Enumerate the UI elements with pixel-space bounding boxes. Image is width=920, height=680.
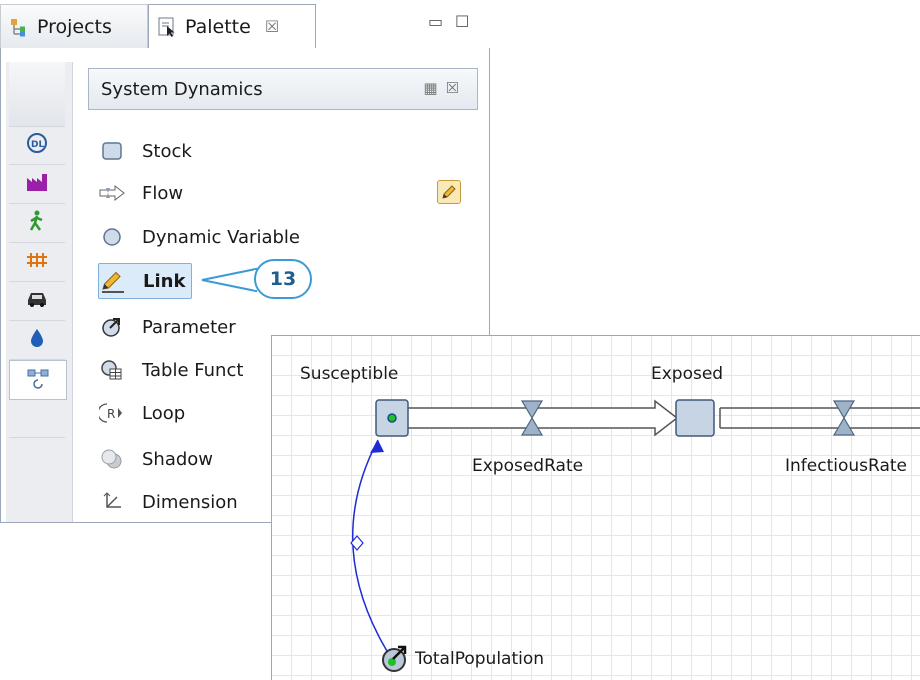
palette-item-label: Flow: [142, 182, 184, 204]
tab-palette-label: Palette: [185, 15, 251, 38]
callout-badge: 13: [254, 259, 312, 299]
dl-icon: DL: [26, 132, 48, 158]
tab-projects-label: Projects: [37, 15, 112, 38]
drop-icon: [29, 328, 45, 352]
projects-icon: [9, 17, 29, 37]
flow-pipe-exposed-rate: [406, 399, 679, 437]
view-mode-icon[interactable]: ▦: [423, 79, 445, 97]
palette-item-label: Dimension: [142, 491, 238, 513]
stock-label-susceptible: Susceptible: [300, 364, 399, 384]
palette-item-label: Shadow: [142, 448, 214, 470]
sd-icon: [27, 367, 49, 393]
system-dynamics-section-header[interactable]: System Dynamics ▦☒: [88, 68, 478, 110]
sidebar-item-fluid[interactable]: [9, 321, 65, 360]
flow-label-infectious-rate: InfectiousRate: [785, 456, 907, 476]
parameter-icon: [98, 313, 126, 341]
stock-exposed: [675, 399, 715, 437]
maximize-icon[interactable]: ☐: [455, 12, 469, 31]
flow-icon: [98, 179, 126, 207]
sidebar-item-dl[interactable]: DL: [9, 126, 65, 165]
shadow-icon: [98, 445, 126, 473]
palette-item-link[interactable]: Link: [98, 263, 193, 299]
diagram-canvas[interactable]: Susceptible Exposed ExposedRate Infectio…: [271, 335, 920, 680]
section-close-icon[interactable]: ☒: [446, 79, 467, 97]
link-pencil-icon: [99, 267, 127, 295]
svg-text:R: R: [107, 407, 115, 421]
palette-item-dimension[interactable]: Dimension: [98, 485, 238, 519]
dimension-icon: [98, 488, 126, 516]
factory-icon: [26, 172, 48, 196]
flow-label-exposed-rate: ExposedRate: [472, 456, 584, 476]
palette-item-label: Loop: [142, 402, 186, 424]
loop-icon: R: [98, 399, 126, 427]
stock-label-exposed: Exposed: [651, 364, 724, 384]
view-tab-bar: Projects Palette ☒ ▭ ☐: [0, 0, 490, 52]
flow-pipe-infectious-rate: [719, 400, 920, 436]
palette-item-label: Stock: [142, 140, 192, 162]
tab-palette[interactable]: Palette ☒: [148, 4, 316, 48]
stock-icon: [98, 137, 126, 165]
palette-item-shadow[interactable]: Shadow: [98, 442, 213, 476]
sidebar-item-pedestrian[interactable]: [9, 204, 65, 243]
sidebar-item-process[interactable]: [9, 165, 65, 204]
palette-sidebar: DL: [6, 62, 73, 522]
dynamic-variable-icon: [98, 223, 126, 251]
callout-pointer: [201, 267, 260, 293]
close-icon[interactable]: ☒: [265, 17, 279, 36]
sidebar-item-rail[interactable]: [9, 243, 65, 282]
palette-item-label: Table Funct: [142, 359, 244, 381]
pencil-mode-icon[interactable]: [437, 180, 461, 204]
palette-item-stock[interactable]: Stock: [98, 134, 192, 168]
sidebar-blank-button[interactable]: [9, 62, 65, 127]
palette-item-label: Link: [143, 270, 186, 292]
minimize-icon[interactable]: ▭: [428, 12, 443, 31]
palette-item-flow[interactable]: Flow: [98, 176, 183, 210]
palette-item-label: Dynamic Variable: [142, 226, 300, 248]
rail-icon: [26, 251, 48, 273]
palette-item-table-function[interactable]: Table Funct: [98, 353, 243, 387]
sidebar-blank-slot[interactable]: [9, 399, 65, 438]
palette-item-label: Parameter: [142, 316, 236, 338]
palette-item-loop[interactable]: R Loop: [98, 396, 185, 430]
parameter-label-total-population: TotalPopulation: [415, 649, 545, 669]
palette-icon: [157, 17, 177, 37]
section-title: System Dynamics: [101, 78, 263, 100]
palette-item-parameter[interactable]: Parameter: [98, 310, 236, 344]
svg-text:DL: DL: [31, 140, 44, 150]
table-function-icon: [98, 356, 126, 384]
sidebar-item-road[interactable]: [9, 282, 65, 321]
pedestrian-icon: [27, 210, 47, 236]
palette-item-dynamic-variable[interactable]: Dynamic Variable: [98, 220, 300, 254]
car-icon: [26, 290, 48, 312]
diagram-shapes: [350, 399, 920, 672]
tab-projects[interactable]: Projects: [0, 4, 148, 48]
sidebar-item-system-dynamics[interactable]: [9, 360, 67, 400]
